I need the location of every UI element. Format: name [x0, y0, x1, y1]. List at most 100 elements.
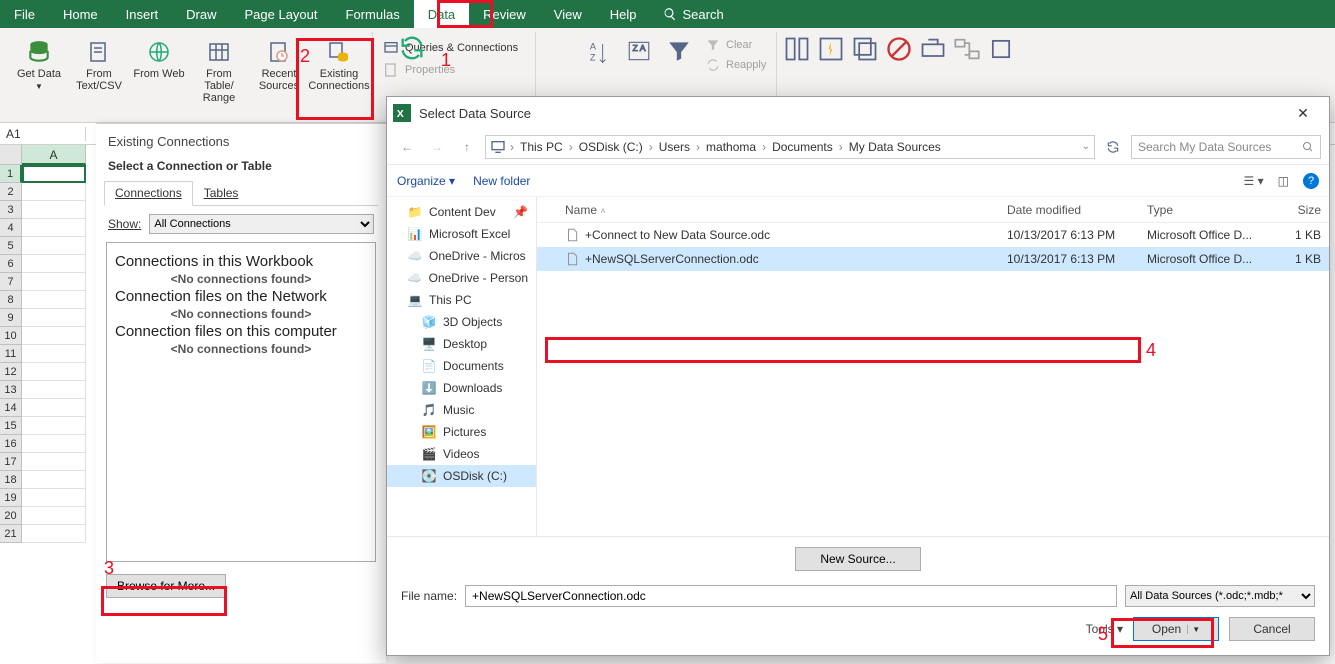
tree-item[interactable]: 🎵Music [387, 399, 536, 421]
file-row[interactable]: +Connect to New Data Source.odc10/13/201… [537, 223, 1329, 247]
row-header[interactable]: 19 [0, 489, 22, 507]
data-validation-icon[interactable] [885, 32, 913, 66]
row-header[interactable]: 14 [0, 399, 22, 417]
tree-item[interactable]: 🧊3D Objects [387, 311, 536, 333]
sort-az-button[interactable]: AZ [582, 32, 616, 72]
address-bar[interactable]: ›This PC ›OSDisk (C:) ›Users ›mathoma ›D… [485, 135, 1095, 159]
file-name-input[interactable] [465, 585, 1117, 607]
from-text-csv-button[interactable]: From Text/CSV [72, 32, 126, 92]
tab-view[interactable]: View [540, 0, 596, 28]
file-row[interactable]: +NewSQLServerConnection.odc10/13/2017 6:… [537, 247, 1329, 271]
row-header[interactable]: 15 [0, 417, 22, 435]
manage-data-model-icon[interactable] [987, 32, 1015, 66]
cell[interactable] [22, 255, 86, 273]
filter-button[interactable] [662, 32, 696, 64]
flash-fill-icon[interactable] [817, 32, 845, 66]
tab-draw[interactable]: Draw [172, 0, 230, 28]
row-header[interactable]: 16 [0, 435, 22, 453]
cell[interactable] [22, 273, 86, 291]
tree-item[interactable]: ☁️OneDrive - Person [387, 267, 536, 289]
relationships-icon[interactable] [953, 32, 981, 66]
cell[interactable] [22, 417, 86, 435]
cell[interactable] [22, 507, 86, 525]
cancel-button[interactable]: Cancel [1229, 617, 1315, 641]
tree-item[interactable]: ⬇️Downloads [387, 377, 536, 399]
ribbon-search[interactable]: Search [651, 7, 736, 22]
from-table-range-button[interactable]: From Table/ Range [192, 32, 246, 104]
cell[interactable] [22, 435, 86, 453]
row-header[interactable]: 17 [0, 453, 22, 471]
cell[interactable] [22, 183, 86, 201]
cell[interactable] [22, 237, 86, 255]
tree-item[interactable]: 🖥️Desktop [387, 333, 536, 355]
new-source-button[interactable]: New Source... [795, 547, 920, 571]
tree-item[interactable]: 💽OSDisk (C:) [387, 465, 536, 487]
cell[interactable] [22, 381, 86, 399]
cell[interactable] [22, 327, 86, 345]
tab-home[interactable]: Home [49, 0, 112, 28]
tree-item[interactable]: 📄Documents [387, 355, 536, 377]
tab-file[interactable]: File [0, 0, 49, 28]
row-header[interactable]: 8 [0, 291, 22, 309]
row-header[interactable]: 4 [0, 219, 22, 237]
row-header[interactable]: 7 [0, 273, 22, 291]
recent-sources-button[interactable]: Recent Sources [252, 32, 306, 92]
row-header[interactable]: 21 [0, 525, 22, 543]
row-header[interactable]: 6 [0, 255, 22, 273]
dialog-search[interactable]: Search My Data Sources [1131, 135, 1321, 159]
cell[interactable] [22, 309, 86, 327]
tools-dropdown[interactable]: Tools ▾ [1086, 622, 1123, 636]
file-filter-dropdown[interactable]: All Data Sources (*.odc;*.mdb;* [1125, 585, 1315, 607]
tree-item[interactable]: 🖼️Pictures [387, 421, 536, 443]
row-header[interactable]: 1 [0, 165, 22, 183]
text-to-columns-icon[interactable] [783, 32, 811, 66]
column-header-a[interactable]: A [22, 145, 86, 165]
row-header[interactable]: 11 [0, 345, 22, 363]
tab-page-layout[interactable]: Page Layout [231, 0, 332, 28]
existing-connections-button[interactable]: Existing Connections [312, 32, 366, 92]
row-header[interactable]: 13 [0, 381, 22, 399]
nav-back-button[interactable]: ← [395, 135, 419, 159]
organize-button[interactable]: Organize ▾ [397, 174, 455, 188]
show-dropdown[interactable]: All Connections [149, 214, 374, 234]
tab-data[interactable]: Data [414, 0, 469, 28]
tree-item[interactable]: ☁️OneDrive - Micros [387, 245, 536, 267]
preview-pane-button[interactable]: ◫ [1278, 174, 1289, 188]
cell[interactable] [22, 471, 86, 489]
row-header[interactable]: 18 [0, 471, 22, 489]
reapply-button[interactable]: Reapply [702, 56, 770, 74]
pane-tab-connections[interactable]: Connections [104, 181, 193, 206]
open-button[interactable]: Open ▼ [1133, 617, 1219, 641]
new-folder-button[interactable]: New folder [473, 174, 530, 188]
tree-item[interactable]: 🎬Videos [387, 443, 536, 465]
cell[interactable] [22, 363, 86, 381]
nav-up-button[interactable]: ↑ [455, 135, 479, 159]
tree-item[interactable]: 📁Content Dev📌 [387, 201, 536, 223]
cell[interactable] [22, 453, 86, 471]
pane-tab-tables[interactable]: Tables [193, 181, 250, 205]
help-button[interactable]: ? [1303, 173, 1319, 189]
cell[interactable] [22, 219, 86, 237]
select-all-corner[interactable] [0, 145, 22, 165]
cell[interactable] [22, 525, 86, 543]
row-header[interactable]: 2 [0, 183, 22, 201]
file-columns-header[interactable]: Name ˄ Date modified Type Size [537, 197, 1329, 223]
browse-for-more-button[interactable]: Browse for More... [106, 574, 226, 598]
row-header[interactable]: 20 [0, 507, 22, 525]
cell[interactable] [22, 399, 86, 417]
row-header[interactable]: 3 [0, 201, 22, 219]
cell[interactable] [22, 165, 86, 183]
view-mode-button[interactable]: ☰ ▾ [1244, 174, 1264, 188]
refresh-all-button[interactable] [398, 34, 426, 65]
row-header[interactable]: 10 [0, 327, 22, 345]
remove-duplicates-icon[interactable] [851, 32, 879, 66]
cell[interactable] [22, 291, 86, 309]
cell[interactable] [22, 201, 86, 219]
clear-filter-button[interactable]: Clear [702, 36, 770, 54]
folder-tree[interactable]: 📁Content Dev📌📊Microsoft Excel☁️OneDrive … [387, 197, 537, 536]
row-header[interactable]: 5 [0, 237, 22, 255]
dialog-close-button[interactable]: ✕ [1283, 105, 1323, 122]
cell[interactable] [22, 345, 86, 363]
dialog-titlebar[interactable]: X Select Data Source ✕ [387, 97, 1329, 129]
tab-insert[interactable]: Insert [112, 0, 173, 28]
